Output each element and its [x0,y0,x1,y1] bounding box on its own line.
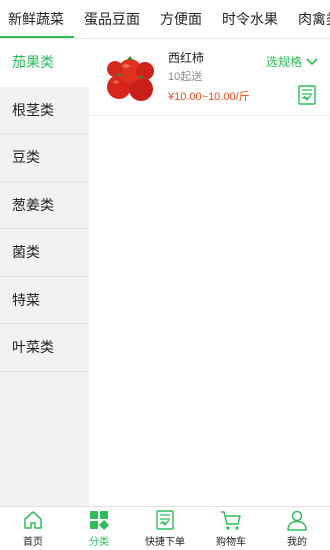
product-card[interactable]: 西红柿 10起送 ¥10.00~10.00/斤 选规格 [89,39,330,116]
nav-category-label: 分类 [89,537,109,548]
quick-order-icon[interactable] [298,85,316,105]
nav-cart[interactable]: 购物车 [198,509,264,548]
nav-home[interactable]: 首页 [0,509,66,548]
nav-quick-order[interactable]: 快捷下单 [132,509,198,548]
sidebar-item-root-vegetables[interactable]: 根茎类 [0,87,89,134]
chevron-down-icon [306,57,318,65]
tab-eggs-tofu-noodles[interactable]: 蛋品豆面 [74,0,150,38]
bottom-nav: 首页 分类 快捷下单 购物车 我的 [0,506,330,550]
home-icon [24,511,42,529]
tab-fresh-vegetables[interactable]: 新鲜蔬菜 [0,0,74,38]
sidebar-item-solanaceous[interactable]: 茄果类 [0,39,89,87]
quick-order-icon [156,510,174,530]
category-grid-icon [90,511,109,530]
tab-seasonal-fruits[interactable]: 时令水果 [212,0,288,38]
user-icon [287,510,307,531]
subcategory-sidebar: 茄果类 根茎类 豆类 葱姜类 菌类 特菜 叶菜类 [0,39,89,507]
tab-meat-poultry[interactable]: 肉禽类 [288,0,330,38]
category-tabs: 新鲜蔬菜 蛋品豆面 方便面 时令水果 肉禽类 [0,0,330,39]
sidebar-item-beans[interactable]: 豆类 [0,134,89,182]
nav-home-label: 首页 [23,537,43,548]
nav-category[interactable]: 分类 [66,509,132,548]
sidebar-item-special-vegetables[interactable]: 特菜 [0,277,89,324]
nav-profile-label: 我的 [287,537,307,548]
sidebar-item-mushrooms[interactable]: 菌类 [0,229,89,277]
cart-icon [221,511,241,530]
nav-cart-label: 购物车 [216,537,246,548]
tomato-image [107,56,154,101]
nav-quick-order-label: 快捷下单 [145,537,185,548]
tab-instant-noodles[interactable]: 方便面 [150,0,212,38]
product-min-order: 10起送 [168,71,203,83]
select-spec-label: 选规格 [265,55,302,69]
sidebar-item-leafy-vegetables[interactable]: 叶菜类 [0,324,89,372]
nav-profile[interactable]: 我的 [264,509,330,548]
sidebar-item-onion-ginger[interactable]: 葱姜类 [0,182,89,229]
product-name: 西红柿 [168,51,205,65]
product-list: 西红柿 10起送 ¥10.00~10.00/斤 选规格 [89,39,330,507]
product-price: ¥10.00~10.00/斤 [168,91,250,103]
select-spec-button[interactable]: 选规格 [266,53,318,70]
